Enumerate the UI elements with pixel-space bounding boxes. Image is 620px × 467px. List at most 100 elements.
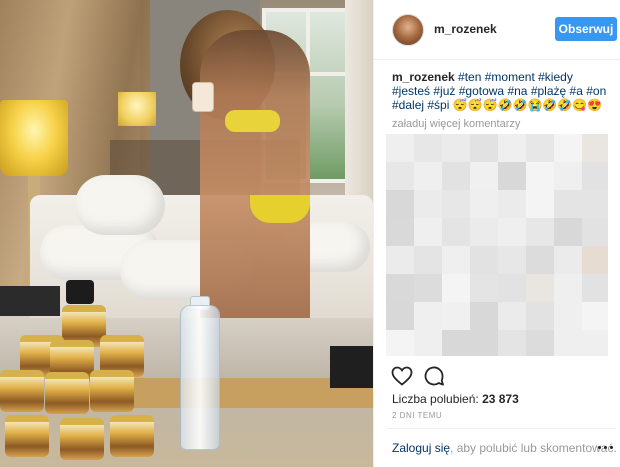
blurred-comment-pixel: [386, 218, 414, 246]
blurred-comment-pixel: [498, 218, 526, 246]
divider: [386, 428, 616, 429]
blurred-comment-pixel: [442, 190, 470, 218]
blurred-comment-pixel: [470, 302, 498, 330]
likes-count[interactable]: Liczba polubień: 23 873: [392, 392, 519, 406]
hashtag-link[interactable]: #on: [586, 84, 606, 98]
blurred-comment-pixel: [470, 246, 498, 274]
blurred-comment-pixel: [386, 190, 414, 218]
blurred-comment-pixel: [526, 190, 554, 218]
hashtag-link[interactable]: #plażę: [531, 84, 566, 98]
hashtag-link[interactable]: #dalej: [392, 98, 424, 112]
post-caption: m_rozenek #ten #moment #kiedy #jesteś #j…: [392, 70, 614, 112]
post-date: 2 DNI TEMU: [392, 411, 443, 420]
blurred-comment-pixel: [526, 218, 554, 246]
blurred-comment-pixel: [554, 330, 582, 356]
photo-jar: [5, 415, 49, 457]
blurred-comment-pixel: [582, 302, 608, 330]
hashtag-link[interactable]: #gotowa: [459, 84, 504, 98]
caption-username[interactable]: m_rozenek: [392, 70, 455, 84]
blurred-comment-pixel: [582, 330, 608, 356]
blurred-comment-pixel: [526, 246, 554, 274]
hashtag-link[interactable]: #już: [433, 84, 455, 98]
blurred-comment-pixel: [582, 246, 608, 274]
photo-jar: [45, 372, 89, 414]
hashtag-link[interactable]: #śpi: [427, 98, 449, 112]
blurred-comment-pixel: [498, 302, 526, 330]
blurred-comment-pixel: [414, 274, 442, 302]
blurred-comment-pixel: [554, 190, 582, 218]
hashtag-link[interactable]: #jesteś: [392, 84, 430, 98]
blurred-comment-pixel: [414, 302, 442, 330]
blurred-comment-pixel: [526, 162, 554, 190]
blurred-comment-pixel: [442, 302, 470, 330]
header-username[interactable]: m_rozenek: [434, 22, 497, 36]
blurred-comment-pixel: [442, 246, 470, 274]
blurred-comment-pixel: [526, 302, 554, 330]
likes-number: 23 873: [482, 392, 519, 406]
blurred-comment-pixel: [554, 134, 582, 162]
avatar[interactable]: [392, 14, 424, 46]
post-photo[interactable]: [0, 0, 373, 467]
blurred-comment-pixel: [498, 274, 526, 302]
blurred-comment-pixel: [386, 162, 414, 190]
photo-pillow: [75, 175, 165, 235]
blurred-comment-pixel: [582, 218, 608, 246]
photo-bikini-top: [225, 110, 280, 132]
likes-label: Liczba polubień:: [392, 392, 479, 406]
post-header: m_rozenek Obserwuj: [374, 0, 620, 60]
blurred-comment-pixel: [414, 134, 442, 162]
blurred-comment-pixel: [442, 330, 470, 356]
hashtag-link[interactable]: #kiedy: [538, 70, 573, 84]
comment-icon[interactable]: [422, 364, 446, 388]
post-sidebar: m_rozenek Obserwuj m_rozenek #ten #momen…: [373, 0, 620, 467]
blurred-comment-pixel: [554, 274, 582, 302]
photo-water-bottle: [180, 305, 220, 450]
blurred-comment-pixel: [526, 134, 554, 162]
login-link[interactable]: Zaloguj się: [392, 441, 450, 455]
blurred-comment-pixel: [386, 330, 414, 356]
caption-emojis: 😴😴😴🤣🤣😭🤣🤣😋😍: [452, 98, 603, 112]
photo-jar: [60, 418, 104, 460]
login-prompt-text: , aby polubić lub skomentować.: [450, 441, 617, 455]
blurred-comment-pixel: [386, 134, 414, 162]
blurred-comment-pixel: [414, 190, 442, 218]
photo-lamp: [0, 100, 68, 176]
more-options-icon[interactable]: [598, 440, 614, 454]
blurred-comment-pixel: [498, 246, 526, 274]
blurred-comment-pixel: [470, 190, 498, 218]
blurred-comment-pixel: [414, 330, 442, 356]
hashtag-link[interactable]: #a: [570, 84, 583, 98]
photo-jar: [110, 415, 154, 457]
blurred-comment-pixel: [414, 246, 442, 274]
blurred-comment-pixel: [554, 246, 582, 274]
login-prompt: Zaloguj się, aby polubić lub skomentować…: [392, 441, 617, 455]
more-dot: [610, 446, 613, 449]
blurred-comment-pixel: [582, 162, 608, 190]
heart-icon[interactable]: [390, 364, 414, 388]
blurred-comment-pixel: [498, 190, 526, 218]
blurred-comment-pixel: [526, 274, 554, 302]
load-more-comments-link[interactable]: załaduj więcej komentarzy: [392, 118, 520, 130]
blurred-comment-pixel: [442, 274, 470, 302]
blurred-comment-pixel: [470, 218, 498, 246]
blurred-comment-pixel: [582, 190, 608, 218]
photo-lamp-small: [118, 92, 156, 126]
follow-button[interactable]: Obserwuj: [555, 17, 617, 41]
blurred-comment-pixel: [386, 302, 414, 330]
post-actions: [390, 364, 470, 388]
hashtag-link[interactable]: #moment: [485, 70, 535, 84]
blurred-comment-pixel: [470, 330, 498, 356]
more-dot: [598, 446, 601, 449]
photo-bikini-bottom: [250, 195, 310, 223]
hashtag-link[interactable]: #ten: [458, 70, 481, 84]
blurred-comment-pixel: [442, 162, 470, 190]
blurred-comment-pixel: [554, 218, 582, 246]
blurred-comment-pixel: [442, 134, 470, 162]
blurred-comment-pixel: [414, 218, 442, 246]
blurred-comment-pixel: [470, 274, 498, 302]
more-dot: [604, 446, 607, 449]
photo-mug: [66, 280, 94, 304]
blurred-comment-pixel: [582, 274, 608, 302]
blurred-comment-pixel: [582, 134, 608, 162]
hashtag-link[interactable]: #na: [507, 84, 527, 98]
